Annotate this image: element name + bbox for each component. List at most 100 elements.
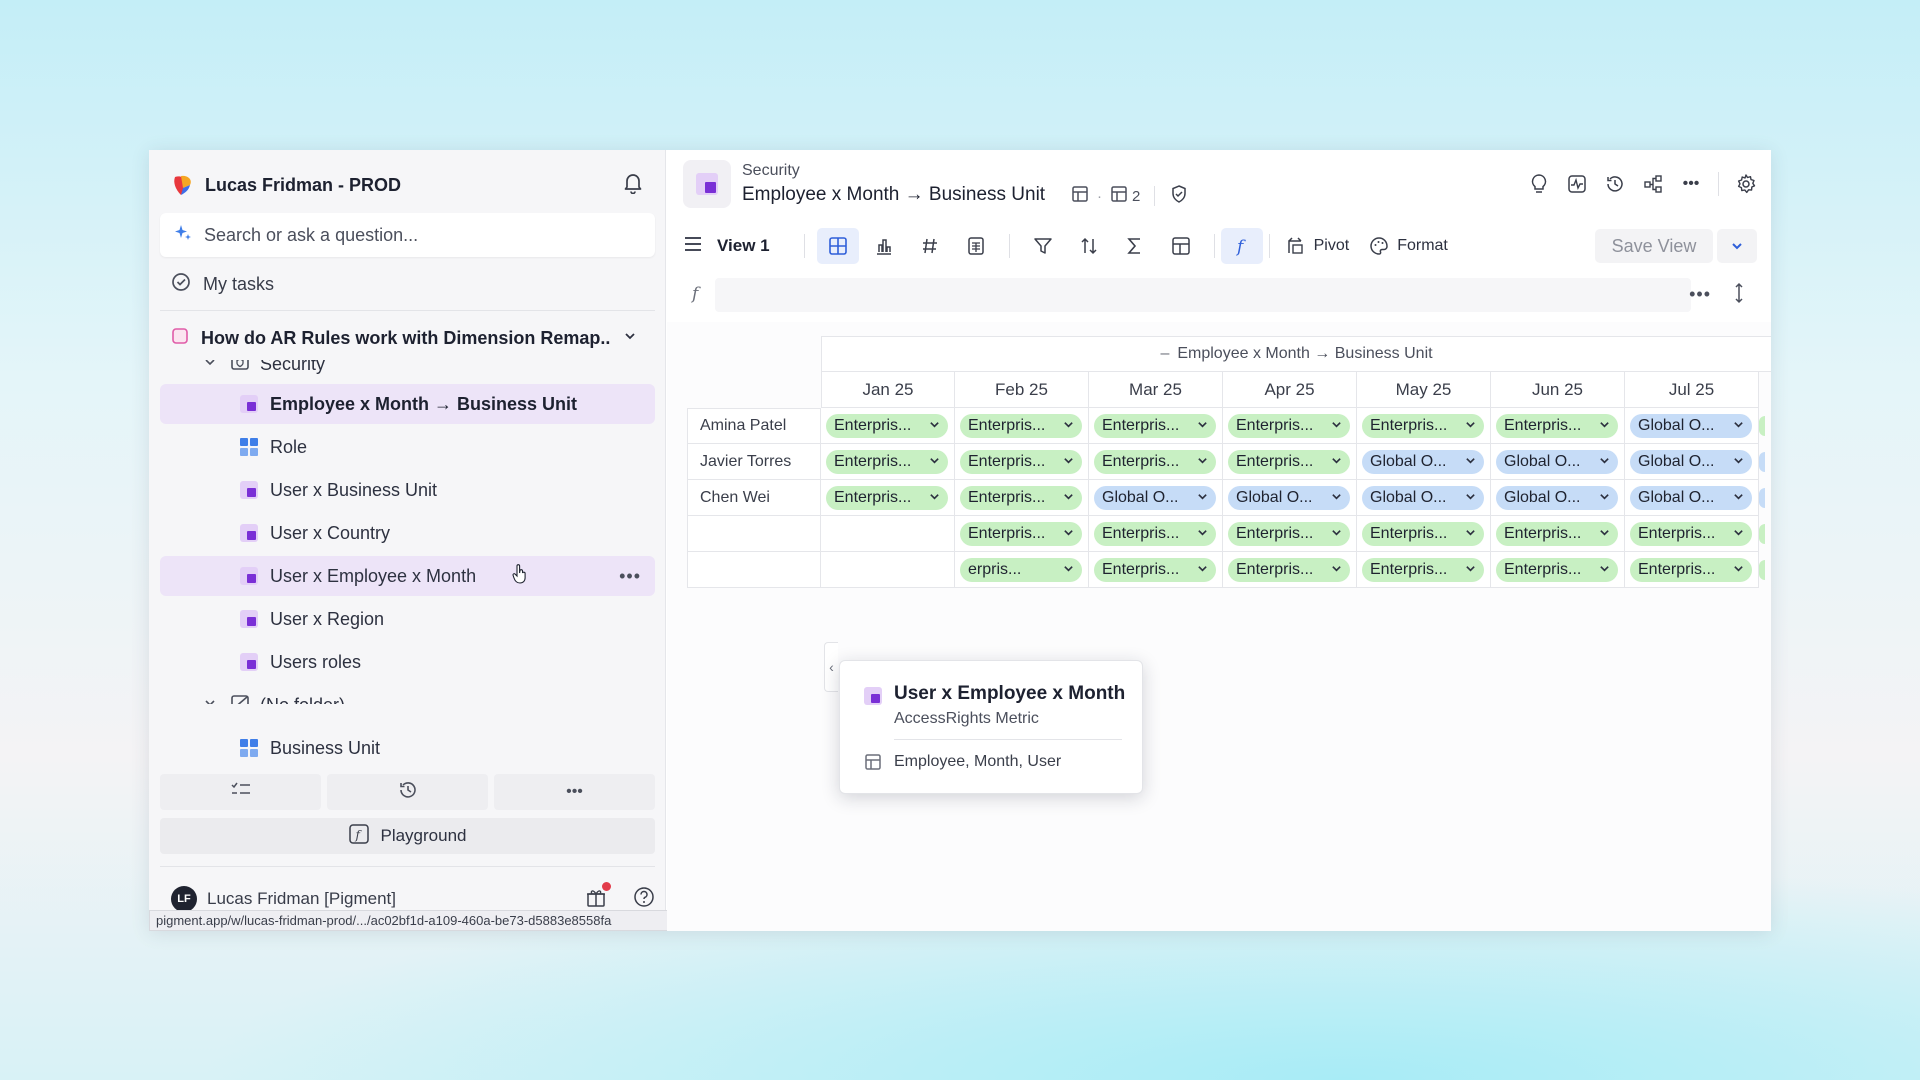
- activity-icon[interactable]: [1566, 173, 1588, 195]
- grid-cell[interactable]: Enterpris...: [1491, 516, 1625, 552]
- value-pill[interactable]: Enterpris...: [1630, 557, 1752, 582]
- column-header[interactable]: Mar 25: [1089, 372, 1223, 408]
- help-icon[interactable]: [633, 886, 655, 913]
- grid-cell[interactable]: Enterpris...: [1357, 408, 1491, 444]
- value-pill[interactable]: Enterpris...: [826, 449, 948, 474]
- value-pill[interactable]: Enterpris...: [1496, 557, 1618, 582]
- chevron-down-icon[interactable]: [204, 360, 216, 373]
- row-header[interactable]: Chen Wei: [687, 480, 821, 516]
- grid-cell[interactable]: Enterpris...: [1223, 552, 1357, 588]
- more-options-icon[interactable]: •••: [1689, 284, 1711, 305]
- value-pill[interactable]: Enterpris...: [1362, 557, 1484, 582]
- grid-cell[interactable]: Enterpris...: [1357, 552, 1491, 588]
- grid-cell[interactable]: Enterpris...: [1357, 516, 1491, 552]
- more-options-icon[interactable]: •••: [619, 566, 641, 587]
- task-list-button[interactable]: [160, 774, 321, 810]
- sort-button[interactable]: [1068, 228, 1110, 264]
- format-button[interactable]: Format: [1359, 236, 1458, 256]
- kpi-view-button[interactable]: [909, 228, 951, 264]
- grid-cell[interactable]: Global O...: [1357, 480, 1491, 516]
- value-pill[interactable]: Global O...: [1496, 485, 1618, 510]
- grid-cell[interactable]: Enterpris...: [1089, 444, 1223, 480]
- grid-metric-header[interactable]: – Employee x Month → Business Unit: [821, 336, 1771, 372]
- breadcrumb[interactable]: Security: [742, 162, 800, 180]
- grid-cell[interactable]: Enterpris...: [955, 516, 1089, 552]
- tree-item-user-country[interactable]: User x Country: [160, 513, 655, 553]
- row-header[interactable]: Amina Patel: [687, 408, 821, 444]
- save-view-button[interactable]: Save View: [1595, 229, 1713, 263]
- view-name[interactable]: View 1: [717, 236, 770, 256]
- row-header[interactable]: [687, 552, 821, 588]
- access-shield-icon[interactable]: [1169, 184, 1189, 208]
- row-header[interactable]: Javier Torres: [687, 444, 821, 480]
- value-pill[interactable]: Enterpris...: [960, 521, 1082, 546]
- grid-cell[interactable]: Enterpris...: [1625, 516, 1759, 552]
- grid-cell[interactable]: Global O...: [1625, 480, 1759, 516]
- value-pill[interactable]: Global O...: [1630, 413, 1752, 438]
- value-pill[interactable]: Enterpris...: [1094, 521, 1216, 546]
- grid-cell[interactable]: Enterpris...: [955, 480, 1089, 516]
- filter-button[interactable]: [1022, 228, 1064, 264]
- grid-cell[interactable]: Global O...: [1491, 480, 1625, 516]
- lightbulb-icon[interactable]: [1528, 173, 1550, 195]
- dimensions-count-icon[interactable]: [1110, 185, 1128, 207]
- grid-cell[interactable]: erpris...: [955, 552, 1089, 588]
- grid-cell[interactable]: Enterpris...: [821, 480, 955, 516]
- chart-view-button[interactable]: [863, 228, 905, 264]
- value-pill[interactable]: Enterpris...: [1496, 413, 1618, 438]
- chevron-down-icon[interactable]: [623, 329, 637, 348]
- tree-item-employee-month-business-unit[interactable]: Employee x Month → Business Unit: [160, 384, 655, 424]
- grid-cell[interactable]: Enterpris...: [955, 444, 1089, 480]
- grid-cell[interactable]: [821, 516, 955, 552]
- tree-item-role[interactable]: Role: [160, 427, 655, 467]
- grid-cell[interactable]: Enterpris...: [1089, 408, 1223, 444]
- grid-cell[interactable]: Enterpris...: [1089, 516, 1223, 552]
- value-pill[interactable]: Enterpris...: [1094, 449, 1216, 474]
- value-pill[interactable]: Enterpris...: [960, 485, 1082, 510]
- pivot-button[interactable]: Pivot: [1276, 236, 1360, 256]
- tree-item-user-business-unit[interactable]: User x Business Unit: [160, 470, 655, 510]
- value-pill[interactable]: Global O...: [1228, 485, 1350, 510]
- formula-input[interactable]: [715, 278, 1691, 312]
- grid-cell[interactable]: Enterpris...: [1089, 552, 1223, 588]
- grid-cell[interactable]: Global O...: [1089, 480, 1223, 516]
- value-pill[interactable]: Enterpris...: [1228, 449, 1350, 474]
- grid-cell[interactable]: Enterpris...: [1625, 552, 1759, 588]
- grid-cell[interactable]: Global O...: [1223, 480, 1357, 516]
- grid-cell[interactable]: Enterpris...: [1491, 408, 1625, 444]
- value-pill[interactable]: Global O...: [1630, 449, 1752, 474]
- grid-cell[interactable]: [821, 552, 955, 588]
- value-pill[interactable]: Enterpris...: [1228, 521, 1350, 546]
- value-pill[interactable]: Enterpris...: [1496, 521, 1618, 546]
- collapse-panel-handle[interactable]: ‹: [824, 642, 838, 692]
- table-icon[interactable]: [1071, 185, 1089, 207]
- hamburger-menu-icon[interactable]: [683, 236, 703, 257]
- app-selector[interactable]: How do AR Rules work with Dimension Rema…: [171, 322, 655, 354]
- chevron-down-icon[interactable]: [204, 696, 216, 704]
- value-pill[interactable]: Global O...: [1362, 485, 1484, 510]
- dependencies-icon[interactable]: [1642, 173, 1664, 195]
- value-pill[interactable]: Global O...: [1496, 449, 1618, 474]
- tree-item-users-roles[interactable]: Users roles: [160, 642, 655, 682]
- collapse-icon[interactable]: –: [1160, 345, 1169, 363]
- column-header[interactable]: May 25: [1357, 372, 1491, 408]
- tree-item-business-unit[interactable]: Business Unit: [160, 728, 655, 768]
- totals-button[interactable]: [1114, 228, 1156, 264]
- layout-button[interactable]: [1160, 228, 1202, 264]
- sheet-view-button[interactable]: [955, 228, 997, 264]
- more-button[interactable]: •••: [494, 774, 655, 810]
- history-icon[interactable]: [1604, 173, 1626, 195]
- notifications-bell-icon[interactable]: [623, 172, 645, 195]
- gear-icon[interactable]: [1735, 173, 1757, 195]
- playground-button[interactable]: f Playground: [160, 818, 655, 854]
- tree-folder-no-folder[interactable]: (No folder): [160, 685, 655, 704]
- grid-cell[interactable]: Global O...: [1625, 444, 1759, 480]
- value-pill[interactable]: Enterpris...: [1228, 413, 1350, 438]
- tree-item-user-region[interactable]: User x Region: [160, 599, 655, 639]
- my-tasks-link[interactable]: My tasks: [171, 268, 274, 300]
- grid-cell[interactable]: Enterpris...: [821, 444, 955, 480]
- grid-cell[interactable]: Enterpris...: [1491, 552, 1625, 588]
- column-header[interactable]: Jun 25: [1491, 372, 1625, 408]
- value-pill[interactable]: erpris...: [960, 557, 1082, 582]
- value-pill[interactable]: Enterpris...: [1094, 413, 1216, 438]
